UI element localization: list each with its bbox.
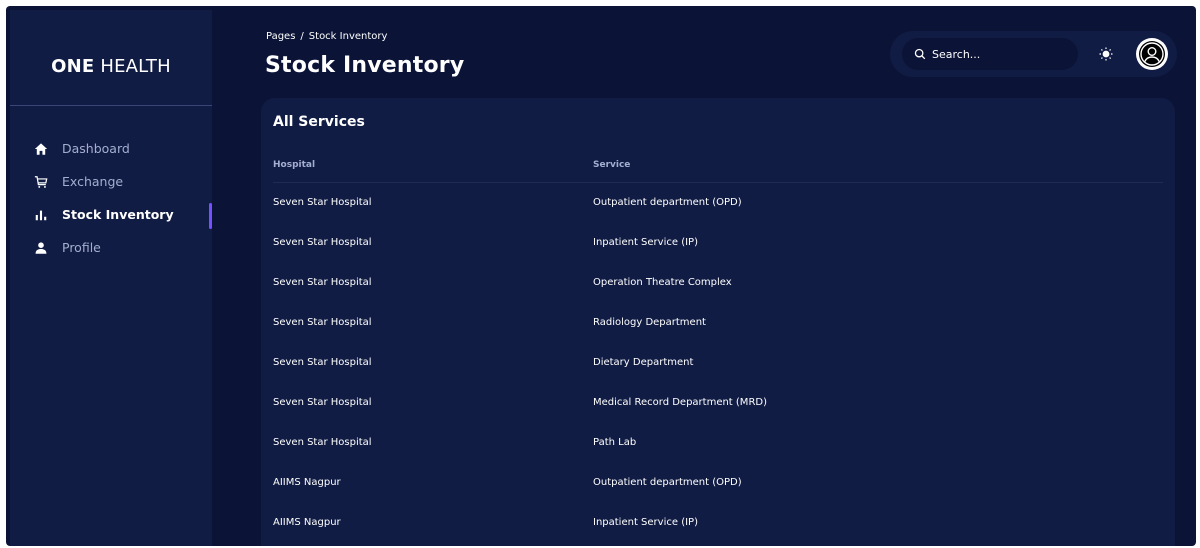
sidebar-divider	[10, 105, 212, 106]
sidebar-item-stock-inventory[interactable]: Stock Inventory	[10, 198, 212, 231]
column-header-service: Service	[593, 160, 631, 170]
services-card: All Services Hospital Service Seven Star…	[261, 98, 1175, 546]
cell-service: Outpatient department (OPD)	[593, 477, 742, 488]
sun-icon[interactable]	[1098, 46, 1114, 62]
breadcrumb: Pages / Stock Inventory	[266, 31, 387, 42]
card-title: All Services	[273, 114, 365, 130]
cell-service: Dietary Department	[593, 357, 694, 368]
search-box[interactable]	[902, 38, 1078, 70]
cell-service: Outpatient department (OPD)	[593, 197, 742, 208]
cell-service: Inpatient Service (IP)	[593, 237, 698, 248]
sidebar-item-label: Profile	[62, 240, 101, 255]
table-row: Seven Star Hospital Radiology Department	[273, 304, 1163, 344]
sidebar-item-exchange[interactable]: Exchange	[10, 165, 212, 198]
cell-hospital: Seven Star Hospital	[273, 397, 372, 408]
table-row: AIIMS Nagpur Inpatient Service (IP)	[273, 504, 1163, 544]
table-row: Seven Star Hospital Path Lab	[273, 424, 1163, 464]
app-window: ONE HEALTH Dashboard Exchange Stock Inve…	[6, 6, 1196, 546]
avatar[interactable]	[1136, 38, 1168, 70]
cell-hospital: AIIMS Nagpur	[273, 517, 341, 528]
column-header-hospital: Hospital	[273, 160, 316, 170]
brand-bold: ONE	[51, 56, 95, 77]
cell-hospital: Seven Star Hospital	[273, 277, 372, 288]
search-input[interactable]	[932, 47, 1062, 61]
bar-chart-icon	[32, 206, 50, 224]
active-indicator	[209, 203, 212, 229]
user-icon	[32, 239, 50, 257]
table-row: Seven Star Hospital Medical Record Depar…	[273, 384, 1163, 424]
breadcrumb-current: Stock Inventory	[308, 31, 388, 42]
sidebar-item-label: Stock Inventory	[62, 207, 174, 222]
table-row: Seven Star Hospital Inpatient Service (I…	[273, 224, 1163, 264]
table-row: Seven Star Hospital Dietary Department	[273, 344, 1163, 384]
cell-service: Inpatient Service (IP)	[593, 517, 698, 528]
cell-service: Path Lab	[593, 437, 637, 448]
table-row: Seven Star Hospital Outpatient departmen…	[273, 184, 1163, 224]
sidebar-item-profile[interactable]: Profile	[10, 231, 212, 264]
page-title: Stock Inventory	[265, 53, 465, 78]
home-icon	[32, 140, 50, 158]
sidebar-item-label: Dashboard	[62, 141, 130, 156]
search-icon	[914, 48, 926, 60]
top-toolbar	[890, 31, 1177, 77]
sidebar-item-dashboard[interactable]: Dashboard	[10, 132, 212, 165]
table-row: Seven Star Hospital Operation Theatre Co…	[273, 264, 1163, 304]
cell-hospital: AIIMS Nagpur	[273, 477, 341, 488]
sidebar: ONE HEALTH Dashboard Exchange Stock Inve…	[10, 10, 212, 546]
breadcrumb-root[interactable]: Pages	[266, 31, 295, 42]
table-header: Hospital Service	[273, 157, 1163, 183]
cell-service: Radiology Department	[593, 317, 706, 328]
cell-hospital: Seven Star Hospital	[273, 237, 372, 248]
brand-logo: ONE HEALTH	[10, 56, 212, 77]
cell-hospital: Seven Star Hospital	[273, 197, 372, 208]
table-row: AIIMS Nagpur Outpatient department (OPD)	[273, 464, 1163, 504]
sidebar-nav: Dashboard Exchange Stock Inventory Profi…	[10, 132, 212, 264]
cell-hospital: Seven Star Hospital	[273, 317, 372, 328]
brand-light: HEALTH	[100, 56, 171, 77]
cell-hospital: Seven Star Hospital	[273, 437, 372, 448]
cell-service: Medical Record Department (MRD)	[593, 397, 767, 408]
sidebar-item-label: Exchange	[62, 174, 124, 189]
breadcrumb-separator: /	[300, 31, 304, 42]
cell-service: Operation Theatre Complex	[593, 277, 732, 288]
cell-hospital: Seven Star Hospital	[273, 357, 372, 368]
table-body: Seven Star Hospital Outpatient departmen…	[273, 184, 1163, 544]
user-circle-icon	[1139, 41, 1165, 67]
cart-icon	[32, 173, 50, 191]
